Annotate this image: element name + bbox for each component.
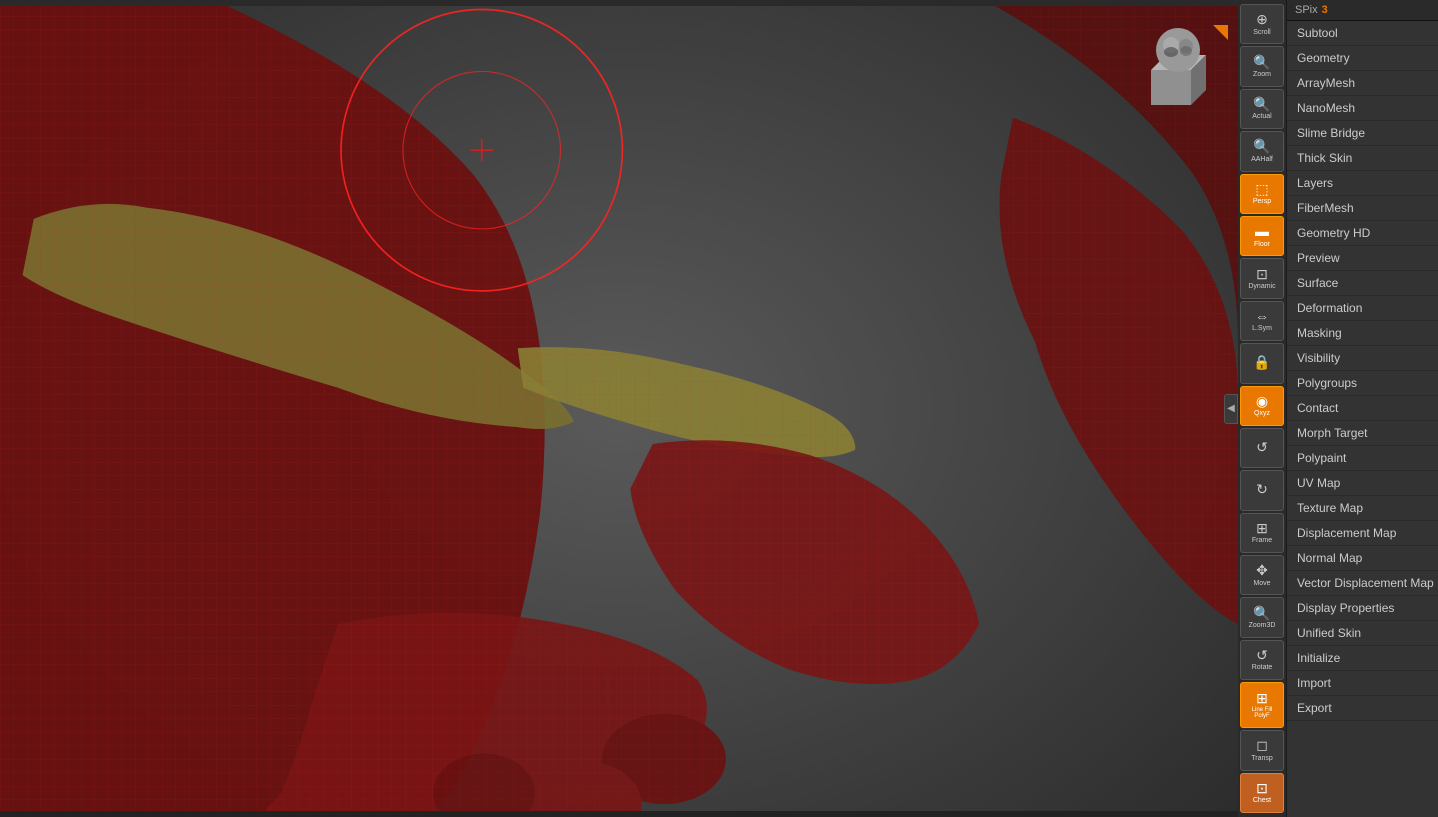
menu-masking[interactable]: Masking <box>1287 321 1438 346</box>
zoom3d-icon: 🔍 <box>1253 606 1270 621</box>
floor-icon: ▬ <box>1255 224 1269 239</box>
tool-chest[interactable]: ⊡ Chest <box>1240 773 1284 813</box>
transp-label: Transp <box>1251 755 1273 763</box>
menu-contact[interactable]: Contact <box>1287 396 1438 421</box>
menu-initialize[interactable]: Initialize <box>1287 646 1438 671</box>
tool-floor[interactable]: ▬ Floor <box>1240 216 1284 256</box>
scroll-label: Scroll <box>1253 29 1271 37</box>
tool-column: ⊕ Scroll 🔍 Zoom 🔍 Actual 🔍 AAHalf ⬚ Pers… <box>1238 0 1287 817</box>
menu-polypaint[interactable]: Polypaint <box>1287 446 1438 471</box>
tool-dynamic[interactable]: ⊡ Dynamic <box>1240 258 1284 298</box>
main-viewport[interactable] <box>0 0 1238 817</box>
tool-scroll[interactable]: ⊕ Scroll <box>1240 4 1284 44</box>
tool-zoom[interactable]: 🔍 Zoom <box>1240 46 1284 86</box>
chest-icon: ⊡ <box>1256 781 1268 796</box>
menu-layers[interactable]: Layers <box>1287 171 1438 196</box>
lock-icon: 🔒 <box>1253 355 1270 370</box>
menu-texturemap[interactable]: Texture Map <box>1287 496 1438 521</box>
menu-vectordisplacementmap[interactable]: Vector Displacement Map <box>1287 571 1438 596</box>
menu-surface[interactable]: Surface <box>1287 271 1438 296</box>
menu-column: SPix 3 Subtool Geometry ArrayMesh NanoMe… <box>1287 0 1438 817</box>
zoom-icon: 🔍 <box>1253 55 1270 70</box>
menu-displayproperties[interactable]: Display Properties <box>1287 596 1438 621</box>
menu-subtool[interactable]: Subtool <box>1287 21 1438 46</box>
zoom-label: Zoom <box>1253 71 1271 79</box>
menu-thickskin[interactable]: Thick Skin <box>1287 146 1438 171</box>
nav-cube[interactable] <box>1128 20 1218 110</box>
menu-arraymesh[interactable]: ArrayMesh <box>1287 71 1438 96</box>
rotate-label: Rotate <box>1252 664 1273 672</box>
tool-aahalf[interactable]: 🔍 AAHalf <box>1240 131 1284 171</box>
polyf-icon: ⊞ <box>1256 691 1268 706</box>
polyf-label: Line FillPolyF <box>1252 707 1273 719</box>
lsym-icon: ⇔ <box>1255 309 1269 324</box>
menu-preview[interactable]: Preview <box>1287 246 1438 271</box>
dynamic-icon: ⊡ <box>1256 267 1268 282</box>
actual-icon: 🔍 <box>1253 97 1270 112</box>
aahalf-icon: 🔍 <box>1253 139 1270 154</box>
tool-rot2[interactable]: ↻ <box>1240 470 1284 510</box>
right-sidebar: ⊕ Scroll 🔍 Zoom 🔍 Actual 🔍 AAHalf ⬚ Pers… <box>1238 0 1438 817</box>
menu-import[interactable]: Import <box>1287 671 1438 696</box>
lsym-label: L.Sym <box>1252 325 1272 333</box>
menu-fibermesh[interactable]: FiberMesh <box>1287 196 1438 221</box>
qxyz-icon: ◉ <box>1256 394 1268 409</box>
tool-persp[interactable]: ⬚ Persp <box>1240 174 1284 214</box>
rot1-icon: ↺ <box>1256 440 1268 455</box>
transp-icon: ◻ <box>1256 738 1268 753</box>
tool-actual[interactable]: 🔍 Actual <box>1240 89 1284 129</box>
spix-num: 3 <box>1322 4 1328 16</box>
tool-frame[interactable]: ⊞ Frame <box>1240 513 1284 553</box>
menu-visibility[interactable]: Visibility <box>1287 346 1438 371</box>
menu-slimebridge[interactable]: Slime Bridge <box>1287 121 1438 146</box>
menu-uvmap[interactable]: UV Map <box>1287 471 1438 496</box>
spix-label: SPix <box>1295 4 1318 16</box>
menu-displacementmap[interactable]: Displacement Map <box>1287 521 1438 546</box>
menu-geometryhd[interactable]: Geometry HD <box>1287 221 1438 246</box>
bottom-bar <box>0 811 1238 817</box>
persp-label: Persp <box>1253 198 1271 206</box>
tool-polyf[interactable]: ⊞ Line FillPolyF <box>1240 682 1284 728</box>
3d-model-canvas[interactable] <box>0 0 1238 817</box>
persp-icon: ⬚ <box>1255 182 1268 197</box>
move-label: Move <box>1253 580 1270 588</box>
zoom3d-label: Zoom3D <box>1249 622 1276 630</box>
aahalf-label: AAHalf <box>1251 156 1273 164</box>
move-icon: ✥ <box>1256 563 1268 578</box>
nav-cube-svg <box>1128 20 1228 120</box>
qxyz-label: Qxyz <box>1254 410 1270 418</box>
menu-geometry[interactable]: Geometry <box>1287 46 1438 71</box>
menu-export[interactable]: Export <box>1287 696 1438 721</box>
tool-zoom3d[interactable]: 🔍 Zoom3D <box>1240 597 1284 637</box>
sidebar-collapse-btn[interactable]: ◀ <box>1224 394 1238 424</box>
frame-label: Frame <box>1252 537 1272 545</box>
menu-deformation[interactable]: Deformation <box>1287 296 1438 321</box>
spix-header: SPix 3 <box>1287 0 1438 21</box>
actual-label: Actual <box>1252 113 1271 121</box>
tool-qxyz[interactable]: ◉ Qxyz <box>1240 386 1284 426</box>
tool-transp[interactable]: ◻ Transp <box>1240 730 1284 770</box>
floor-label: Floor <box>1254 241 1270 249</box>
chest-label: Chest <box>1253 797 1271 805</box>
top-bar <box>0 0 1238 6</box>
tool-move[interactable]: ✥ Move <box>1240 555 1284 595</box>
menu-morphtarget[interactable]: Morph Target <box>1287 421 1438 446</box>
dynamic-label: Dynamic <box>1248 283 1275 291</box>
menu-nanomesh[interactable]: NanoMesh <box>1287 96 1438 121</box>
tool-lock[interactable]: 🔒 <box>1240 343 1284 383</box>
menu-polygroups[interactable]: Polygroups <box>1287 371 1438 396</box>
menu-unifiedskin[interactable]: Unified Skin <box>1287 621 1438 646</box>
tool-rot1[interactable]: ↺ <box>1240 428 1284 468</box>
frame-icon: ⊞ <box>1256 521 1268 536</box>
tool-rotate[interactable]: ↺ Rotate <box>1240 640 1284 680</box>
menu-normalmap[interactable]: Normal Map <box>1287 546 1438 571</box>
scroll-icon: ⊕ <box>1256 12 1268 27</box>
rotate-icon: ↺ <box>1256 648 1268 663</box>
rot2-icon: ↻ <box>1256 482 1268 497</box>
tool-lsym[interactable]: ⇔ L.Sym <box>1240 301 1284 341</box>
